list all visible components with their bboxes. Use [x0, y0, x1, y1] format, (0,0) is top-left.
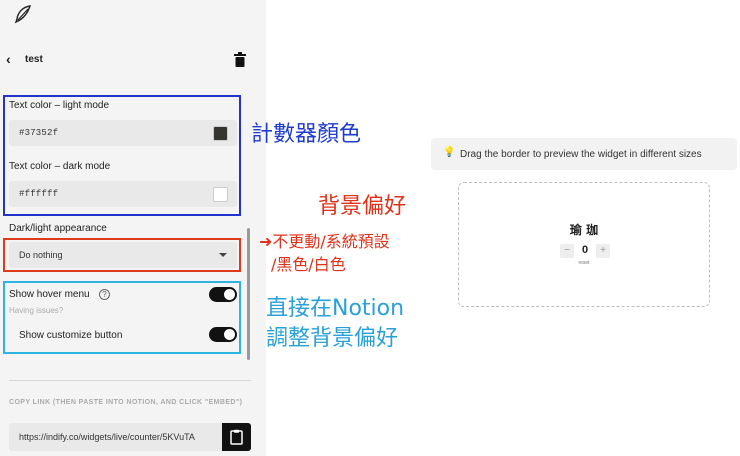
widget-preview[interactable]: 瑜 珈 − 0 + reset: [458, 182, 710, 307]
copy-link-button[interactable]: [222, 423, 251, 451]
decrement-button[interactable]: −: [560, 244, 574, 258]
annotation-box-blue: [3, 95, 241, 216]
copy-link-url: https://indify.co/widgets/live/counter/5…: [19, 432, 195, 442]
divider: [9, 380, 251, 381]
counter-controls: − 0 +: [560, 243, 610, 259]
annotation-notion-line2: 調整背景偏好: [266, 326, 399, 351]
annotation-background-preference: 背景偏好: [318, 194, 407, 219]
copy-link-caption: COPY LINK (THEN PASTE INTO NOTION, AND C…: [9, 399, 243, 406]
appearance-label: Dark/light appearance: [9, 223, 107, 234]
scrollbar[interactable]: [247, 228, 250, 360]
clipboard-icon: [230, 429, 243, 445]
feather-logo-icon: [14, 5, 32, 24]
widget-title: test: [25, 54, 43, 65]
increment-button[interactable]: +: [596, 244, 610, 258]
trash-icon[interactable]: [233, 52, 247, 68]
header-bar: ‹ test: [0, 48, 266, 74]
annotation-options-line1: ➜不更動/系統預設: [259, 232, 390, 251]
chevron-left-icon[interactable]: ‹: [6, 51, 11, 67]
annotation-notion-line1: 直接在Notion: [266, 296, 405, 321]
annotation-options-line2: /黑色/白色: [271, 255, 346, 274]
counter-value: 0: [581, 244, 589, 256]
reset-link[interactable]: reset: [459, 260, 709, 266]
preview-tip-text: Drag the border to preview the widget in…: [460, 149, 702, 160]
lightbulb-icon: 💡: [443, 147, 456, 158]
counter-title: 瑜 珈: [569, 223, 599, 237]
copy-link-input[interactable]: https://indify.co/widgets/live/counter/5…: [9, 423, 223, 451]
annotation-counter-color: 計數器顏色: [251, 122, 362, 147]
annotation-box-red: [3, 238, 241, 272]
preview-tip: 💡 Drag the border to preview the widget …: [431, 138, 737, 170]
annotation-box-cyan: [3, 281, 241, 354]
settings-panel: ‹ test Text color – light mode #37352f T…: [0, 0, 266, 456]
